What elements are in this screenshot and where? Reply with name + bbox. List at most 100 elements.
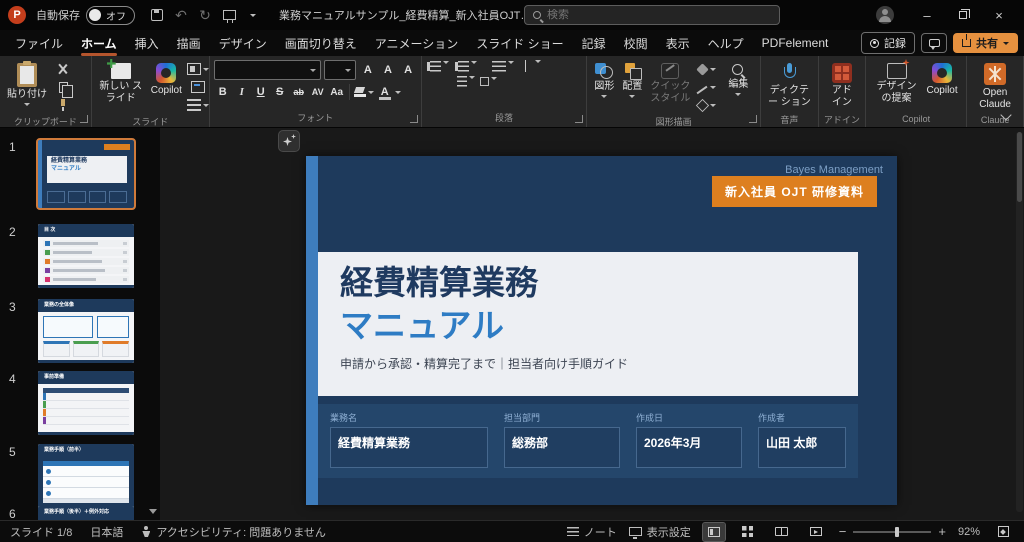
strikethrough-button[interactable]: S: [271, 83, 289, 101]
paste-button[interactable]: 貼り付け: [4, 60, 50, 109]
character-spacing-button[interactable]: AV: [309, 83, 327, 101]
thumbnail-scrollbar[interactable]: [148, 128, 158, 520]
section-button[interactable]: [187, 97, 209, 113]
accessibility-status[interactable]: アクセシビリティ: 問題ありません: [141, 524, 326, 540]
tab-file[interactable]: ファイル: [6, 31, 72, 56]
bold-button[interactable]: B: [214, 83, 232, 101]
slide-layout-button[interactable]: [187, 61, 209, 77]
paragraph-dialog-launcher[interactable]: [575, 115, 583, 123]
tab-view[interactable]: 表示: [657, 31, 699, 56]
record-button[interactable]: 記録: [861, 32, 915, 54]
shape-outline-button[interactable]: [695, 79, 717, 95]
share-button[interactable]: 共有: [953, 33, 1018, 53]
powerpoint-app-icon[interactable]: P: [8, 6, 26, 24]
tab-transitions[interactable]: 画面切り替え: [276, 31, 366, 56]
redo-button[interactable]: ↻: [193, 4, 217, 26]
zoom-level[interactable]: 92%: [958, 526, 980, 538]
cut-button[interactable]: [52, 61, 74, 77]
text-direction-button[interactable]: [525, 60, 541, 72]
clipboard-dialog-launcher[interactable]: [80, 115, 88, 123]
open-claude-button[interactable]: Open Claude: [972, 60, 1018, 113]
display-settings-button[interactable]: 表示設定: [629, 524, 691, 540]
save-button[interactable]: [145, 4, 169, 26]
reading-view-button[interactable]: [771, 523, 793, 541]
clear-formatting-button[interactable]: A: [400, 61, 417, 79]
search-input[interactable]: [547, 9, 771, 21]
start-slideshow-button[interactable]: [217, 4, 241, 26]
addins-button[interactable]: アド イン: [826, 60, 858, 111]
designer-button[interactable]: デザイン の提案: [872, 60, 922, 107]
shape-fill-button[interactable]: [695, 61, 717, 77]
drawing-dialog-launcher[interactable]: [749, 115, 757, 123]
increase-font-size-button[interactable]: A: [359, 61, 376, 79]
slide-thumbnail-5[interactable]: 業務手順（前半）: [38, 444, 134, 508]
canvas-scrollbar[interactable]: [1016, 132, 1023, 512]
change-case-button[interactable]: Aa: [328, 83, 346, 101]
designer-sparkle-button[interactable]: [278, 130, 300, 152]
tab-review[interactable]: 校閲: [615, 31, 657, 56]
slide-thumbnail-1[interactable]: 経費精算業務 マニュアル: [36, 138, 136, 210]
undo-button[interactable]: ↶: [169, 4, 193, 26]
restore-button[interactable]: [946, 2, 980, 28]
italic-button[interactable]: I: [233, 83, 251, 101]
search-box[interactable]: [524, 5, 780, 25]
slideshow-view-button[interactable]: [805, 523, 827, 541]
font-size-combobox[interactable]: [324, 60, 357, 80]
slide-indicator[interactable]: スライド 1/8: [10, 524, 72, 540]
tab-insert[interactable]: 挿入: [126, 31, 168, 56]
normal-view-button[interactable]: [703, 523, 725, 541]
autosave-control[interactable]: 自動保存 オフ: [36, 6, 135, 25]
close-button[interactable]: ×: [982, 2, 1016, 28]
slide-thumbnail-2[interactable]: 目 次: [38, 224, 134, 288]
slide-editor[interactable]: Bayes Management 新入社員 OJT 研修資料 経費精算業務 マニ…: [306, 156, 897, 505]
tab-animations[interactable]: アニメーション: [366, 31, 468, 56]
customize-qat-button[interactable]: [241, 4, 265, 26]
format-painter-button[interactable]: [52, 97, 74, 113]
decrease-font-size-button[interactable]: A: [379, 61, 396, 79]
tab-home[interactable]: ホーム: [72, 31, 126, 56]
editing-button[interactable]: 編集: [725, 60, 751, 99]
copilot-slides-button[interactable]: Copilot: [148, 60, 185, 100]
underline-button[interactable]: U: [252, 83, 270, 101]
slide-sorter-view-button[interactable]: [737, 523, 759, 541]
tab-slideshow[interactable]: スライド ショー: [467, 31, 572, 56]
slide-info-panel[interactable]: 業務名 経費精算業務 担当部門 総務部 作成日 2026年3月 作成者 山田 太…: [318, 404, 858, 478]
quick-styles-button[interactable]: クイック スタイル: [647, 60, 693, 107]
user-avatar[interactable]: [876, 6, 894, 24]
reset-slide-button[interactable]: [187, 79, 209, 95]
slide-thumbnail-6[interactable]: 業務手順（後半）＋例外対応: [38, 506, 134, 520]
text-shadow-button[interactable]: ab: [290, 83, 308, 101]
slide-title-box[interactable]: 経費精算業務 マニュアル 申請から承認・精算完了まで｜担当者向け手順ガイド: [318, 252, 858, 396]
bullets-button[interactable]: [426, 61, 449, 72]
new-slide-button[interactable]: 新しい スライド: [96, 60, 146, 107]
zoom-in-button[interactable]: +: [938, 524, 946, 539]
shape-effects-button[interactable]: [695, 97, 717, 113]
align-text-button[interactable]: [457, 76, 475, 87]
highlight-color-button[interactable]: [353, 84, 375, 100]
autosave-toggle[interactable]: オフ: [86, 6, 135, 25]
minimize-button[interactable]: –: [910, 2, 944, 28]
tab-pdfelement[interactable]: PDFelement: [753, 32, 838, 54]
slide-thumbnail-4[interactable]: 事前準備: [38, 371, 134, 435]
shapes-button[interactable]: 図形: [591, 60, 617, 101]
zoom-out-button[interactable]: −: [839, 524, 847, 539]
font-dialog-launcher[interactable]: [410, 115, 418, 123]
tab-design[interactable]: デザイン: [210, 31, 276, 56]
comments-button[interactable]: [921, 33, 947, 53]
fit-to-window-button[interactable]: [992, 523, 1014, 541]
smartart-button[interactable]: [480, 77, 497, 86]
zoom-slider[interactable]: [853, 531, 931, 533]
tab-draw[interactable]: 描画: [168, 31, 210, 56]
dictate-button[interactable]: ディクテー ション: [763, 60, 815, 111]
zoom-slider-thumb[interactable]: [895, 527, 899, 537]
tab-help[interactable]: ヘルプ: [699, 31, 753, 56]
language-indicator[interactable]: 日本語: [90, 524, 123, 540]
font-name-combobox[interactable]: [214, 60, 321, 80]
tab-record[interactable]: 記録: [573, 31, 615, 56]
copilot-button[interactable]: Copilot: [924, 60, 961, 100]
notes-button[interactable]: ノート: [567, 524, 617, 540]
arrange-button[interactable]: 配置: [619, 60, 645, 101]
numbering-button[interactable]: [454, 61, 477, 72]
line-spacing-button[interactable]: [492, 61, 514, 72]
copy-button[interactable]: [52, 79, 74, 95]
